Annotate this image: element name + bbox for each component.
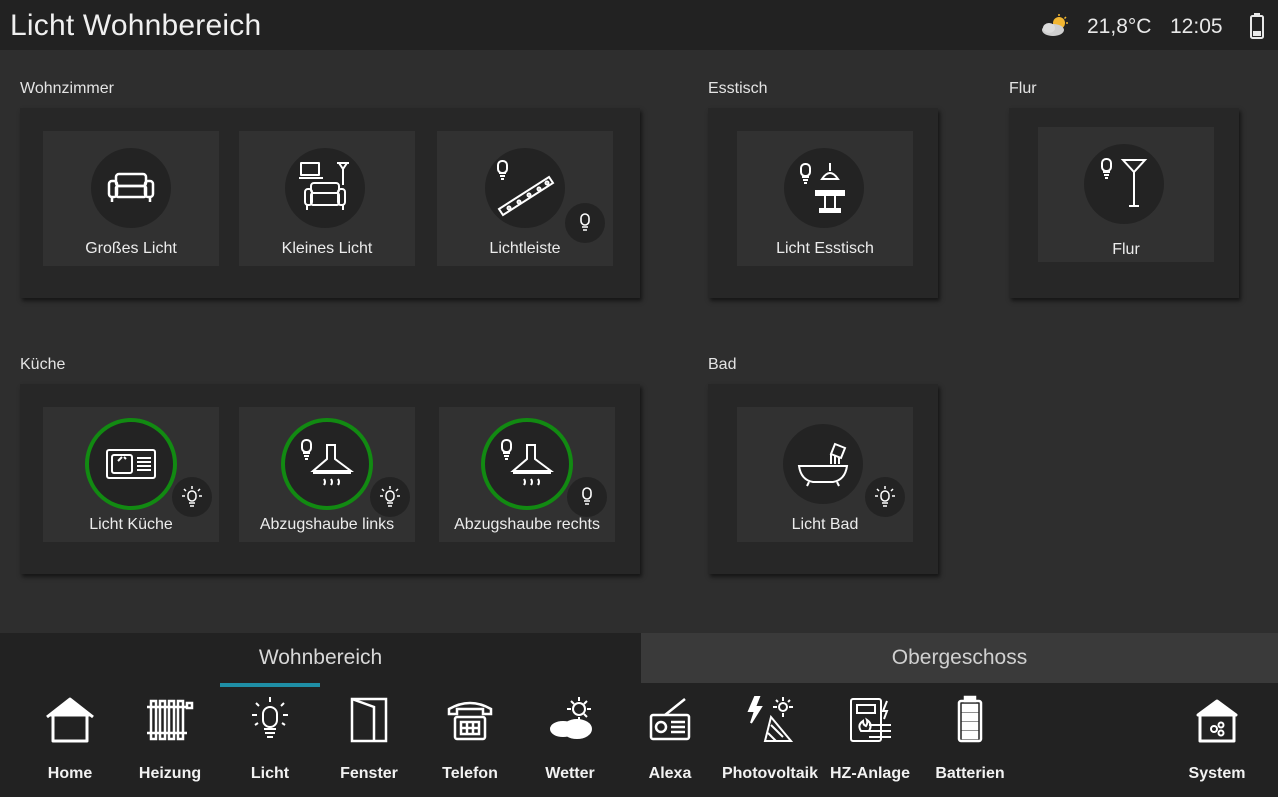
tile-grosses-licht[interactable]: Großes Licht bbox=[43, 131, 219, 266]
card-esstisch: Licht Esstisch bbox=[708, 108, 938, 298]
telephone-icon bbox=[445, 695, 495, 745]
tile-flur[interactable]: Flur bbox=[1038, 127, 1214, 262]
nav-item-system[interactable]: System bbox=[1167, 683, 1267, 797]
nav-item-licht[interactable]: Licht bbox=[220, 683, 320, 797]
battery-icon bbox=[945, 695, 995, 745]
tile-licht-esstisch[interactable]: Licht Esstisch bbox=[737, 131, 913, 266]
system-house-icon bbox=[1192, 695, 1242, 745]
tile-icon-circle-on bbox=[281, 418, 373, 510]
section-label-esstisch: Esstisch bbox=[708, 80, 768, 97]
bulb-off-icon bbox=[580, 487, 594, 507]
status-badge bbox=[370, 477, 410, 517]
tile-lichtleiste[interactable]: Lichtleiste bbox=[437, 131, 613, 266]
page-title: Licht Wohnbereich bbox=[10, 9, 262, 42]
bulb-off-icon bbox=[578, 213, 592, 233]
nav-label: Batterien bbox=[935, 765, 1005, 782]
tile-abzugshaube-rechts[interactable]: Abzugshaube rechts bbox=[439, 407, 615, 542]
section-label-flur: Flur bbox=[1009, 80, 1037, 97]
tile-licht-bad[interactable]: Licht Bad bbox=[737, 407, 913, 542]
nav-label: System bbox=[1188, 765, 1246, 782]
tile-icon-circle bbox=[1084, 144, 1164, 224]
tab-obergeschoss[interactable]: Obergeschoss bbox=[641, 633, 1278, 683]
bathtub-icon bbox=[795, 440, 851, 488]
home-icon bbox=[45, 695, 95, 745]
nav-item-wetter[interactable]: Wetter bbox=[520, 683, 620, 797]
nav-item-heizung[interactable]: Heizung bbox=[120, 683, 220, 797]
dining-table-lamp-icon bbox=[798, 161, 850, 215]
tile-label: Abzugshaube links bbox=[259, 516, 395, 533]
sofa-icon bbox=[106, 171, 156, 205]
nav-item-hz-anlage[interactable]: HZ-Anlage bbox=[820, 683, 920, 797]
sofa-tv-lamp-icon bbox=[297, 161, 353, 215]
temperature-readout: 21,8°C bbox=[1087, 15, 1152, 38]
nav-item-batterien[interactable]: Batterien bbox=[920, 683, 1020, 797]
status-badge bbox=[172, 477, 212, 517]
floor-lamp-icon bbox=[1099, 156, 1149, 212]
tile-label: Licht Esstisch bbox=[776, 240, 874, 257]
nav-item-telefon[interactable]: Telefon bbox=[420, 683, 520, 797]
tile-icon-circle bbox=[784, 148, 864, 228]
status-badge bbox=[567, 477, 607, 517]
card-wohnzimmer: Großes Licht Kleines Licht Lichtleiste bbox=[20, 108, 640, 298]
partly-cloudy-icon bbox=[1040, 14, 1070, 38]
range-hood-icon bbox=[299, 437, 355, 491]
tile-licht-kueche[interactable]: Licht Küche bbox=[43, 407, 219, 542]
tile-label: Licht Bad bbox=[791, 516, 859, 533]
status-badge bbox=[865, 477, 905, 517]
tile-label: Kleines Licht bbox=[281, 240, 373, 257]
section-label-kueche: Küche bbox=[20, 356, 66, 373]
tile-label: Großes Licht bbox=[85, 240, 177, 257]
kitchen-sink-icon bbox=[105, 448, 157, 480]
tile-icon-circle bbox=[91, 148, 171, 228]
tile-icon-circle bbox=[485, 148, 565, 228]
section-label-wohnzimmer: Wohnzimmer bbox=[20, 80, 114, 97]
section-label-bad: Bad bbox=[708, 356, 737, 373]
tile-label: Licht Küche bbox=[89, 516, 173, 533]
card-bad: Licht Bad bbox=[708, 384, 938, 574]
nav-item-fenster[interactable]: Fenster bbox=[319, 683, 419, 797]
tile-label: Flur bbox=[1112, 241, 1140, 258]
tab-wohnbereich[interactable]: Wohnbereich bbox=[0, 633, 641, 683]
tile-icon-circle-on bbox=[481, 418, 573, 510]
nav-item-photovoltaik[interactable]: Photovoltaik bbox=[720, 683, 820, 797]
top-bar: Licht Wohnbereich 21,8°C 12:05 bbox=[0, 0, 1278, 50]
bulb-on-icon bbox=[378, 485, 402, 509]
card-kueche: Licht Küche Abzugshaube links Abzugshaub… bbox=[20, 384, 640, 574]
light-bulb-icon bbox=[245, 695, 295, 745]
bulb-on-icon bbox=[180, 485, 204, 509]
active-tab-indicator bbox=[220, 683, 320, 687]
window-icon bbox=[344, 695, 394, 745]
tile-abzugshaube-links[interactable]: Abzugshaube links bbox=[239, 407, 415, 542]
led-strip-icon bbox=[495, 159, 555, 217]
status-badge bbox=[565, 203, 605, 243]
radio-icon bbox=[645, 695, 695, 745]
tile-label: Lichtleiste bbox=[489, 240, 561, 257]
weather-icon bbox=[545, 695, 595, 745]
bulb-on-icon bbox=[873, 485, 897, 509]
heating-system-icon bbox=[845, 695, 895, 745]
clock: 12:05 bbox=[1170, 15, 1223, 38]
bottom-navigation: Home Heizung Licht Fenster Telefon Wette… bbox=[0, 683, 1278, 797]
card-flur: Flur bbox=[1009, 108, 1239, 298]
floor-tabs: Wohnbereich Obergeschoss bbox=[0, 633, 1278, 683]
tile-icon-circle bbox=[783, 424, 863, 504]
tile-icon-circle bbox=[285, 148, 365, 228]
radiator-icon bbox=[145, 695, 195, 745]
battery-status-icon bbox=[1250, 13, 1264, 39]
nav-item-alexa[interactable]: Alexa bbox=[620, 683, 720, 797]
tile-label: Abzugshaube rechts bbox=[454, 516, 600, 533]
tile-kleines-licht[interactable]: Kleines Licht bbox=[239, 131, 415, 266]
tile-icon-circle-on bbox=[85, 418, 177, 510]
nav-item-home[interactable]: Home bbox=[20, 683, 120, 797]
solar-panel-icon bbox=[743, 695, 797, 745]
range-hood-icon bbox=[499, 437, 555, 491]
